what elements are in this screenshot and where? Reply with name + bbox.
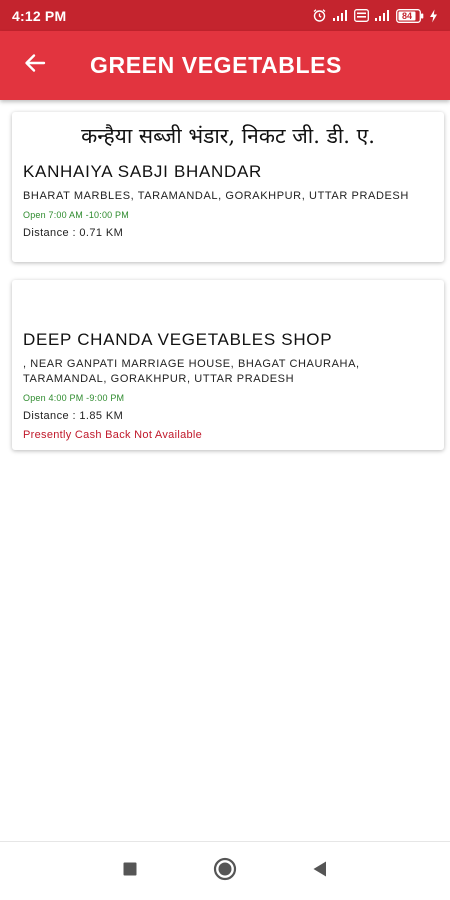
shop-hours: Open 4:00 PM -9:00 PM <box>23 393 125 403</box>
shop-card-deep-chanda[interactable]: DEEP CHANDA VEGETABLES SHOP , NEAR GANPA… <box>12 280 444 450</box>
shop-distance: Distance : 1.85 KM <box>23 410 124 422</box>
arrow-left-icon <box>23 51 47 80</box>
shop-card-kanhaiya[interactable]: कन्हैया सब्जी भंडार, निकट जी. डी. ए. KAN… <box>12 112 444 262</box>
shop-address: BHARAT MARBLES, TARAMANDAL, GORAKHPUR, U… <box>23 190 409 202</box>
charging-icon <box>429 9 438 23</box>
shop-hours: Open 7:00 AM -10:00 PM <box>23 210 129 220</box>
page-title: GREEN VEGETABLES <box>90 52 342 78</box>
cashback-note: Presently Cash Back Not Available <box>23 429 203 441</box>
signal-icon <box>374 9 391 22</box>
shop-name: KANHAIYA SABJI BHANDAR <box>23 162 262 181</box>
status-time: 4:12 PM <box>12 7 67 24</box>
shop-distance: Distance : 0.71 KM <box>23 227 124 239</box>
recents-square-icon <box>122 861 138 882</box>
home-circle-icon <box>213 857 237 886</box>
system-nav-bar <box>0 841 450 900</box>
shop-name: DEEP CHANDA VEGETABLES SHOP <box>23 330 333 349</box>
nav-back-button[interactable] <box>290 842 350 900</box>
battery-icon: 84 <box>396 8 424 23</box>
shop-address: , NEAR GANPATI MARRIAGE HOUSE, BHAGAT CH… <box>23 358 360 385</box>
status-bar: 4:12 PM 84 <box>0 0 450 31</box>
volte-icon <box>354 9 369 22</box>
shop-banner-text: कन्हैया सब्जी भंडार, निकट जी. डी. ए. <box>81 124 375 148</box>
home-button[interactable] <box>195 842 255 900</box>
signal-icon <box>332 9 349 22</box>
recents-button[interactable] <box>100 842 160 900</box>
back-triangle-icon <box>312 860 328 883</box>
alarm-icon <box>312 8 327 23</box>
battery-level: 84 <box>401 10 412 21</box>
back-button[interactable] <box>0 31 70 100</box>
app-bar: GREEN VEGETABLES <box>0 31 450 100</box>
shop-banner <box>23 280 433 328</box>
status-icons: 84 <box>312 8 438 23</box>
